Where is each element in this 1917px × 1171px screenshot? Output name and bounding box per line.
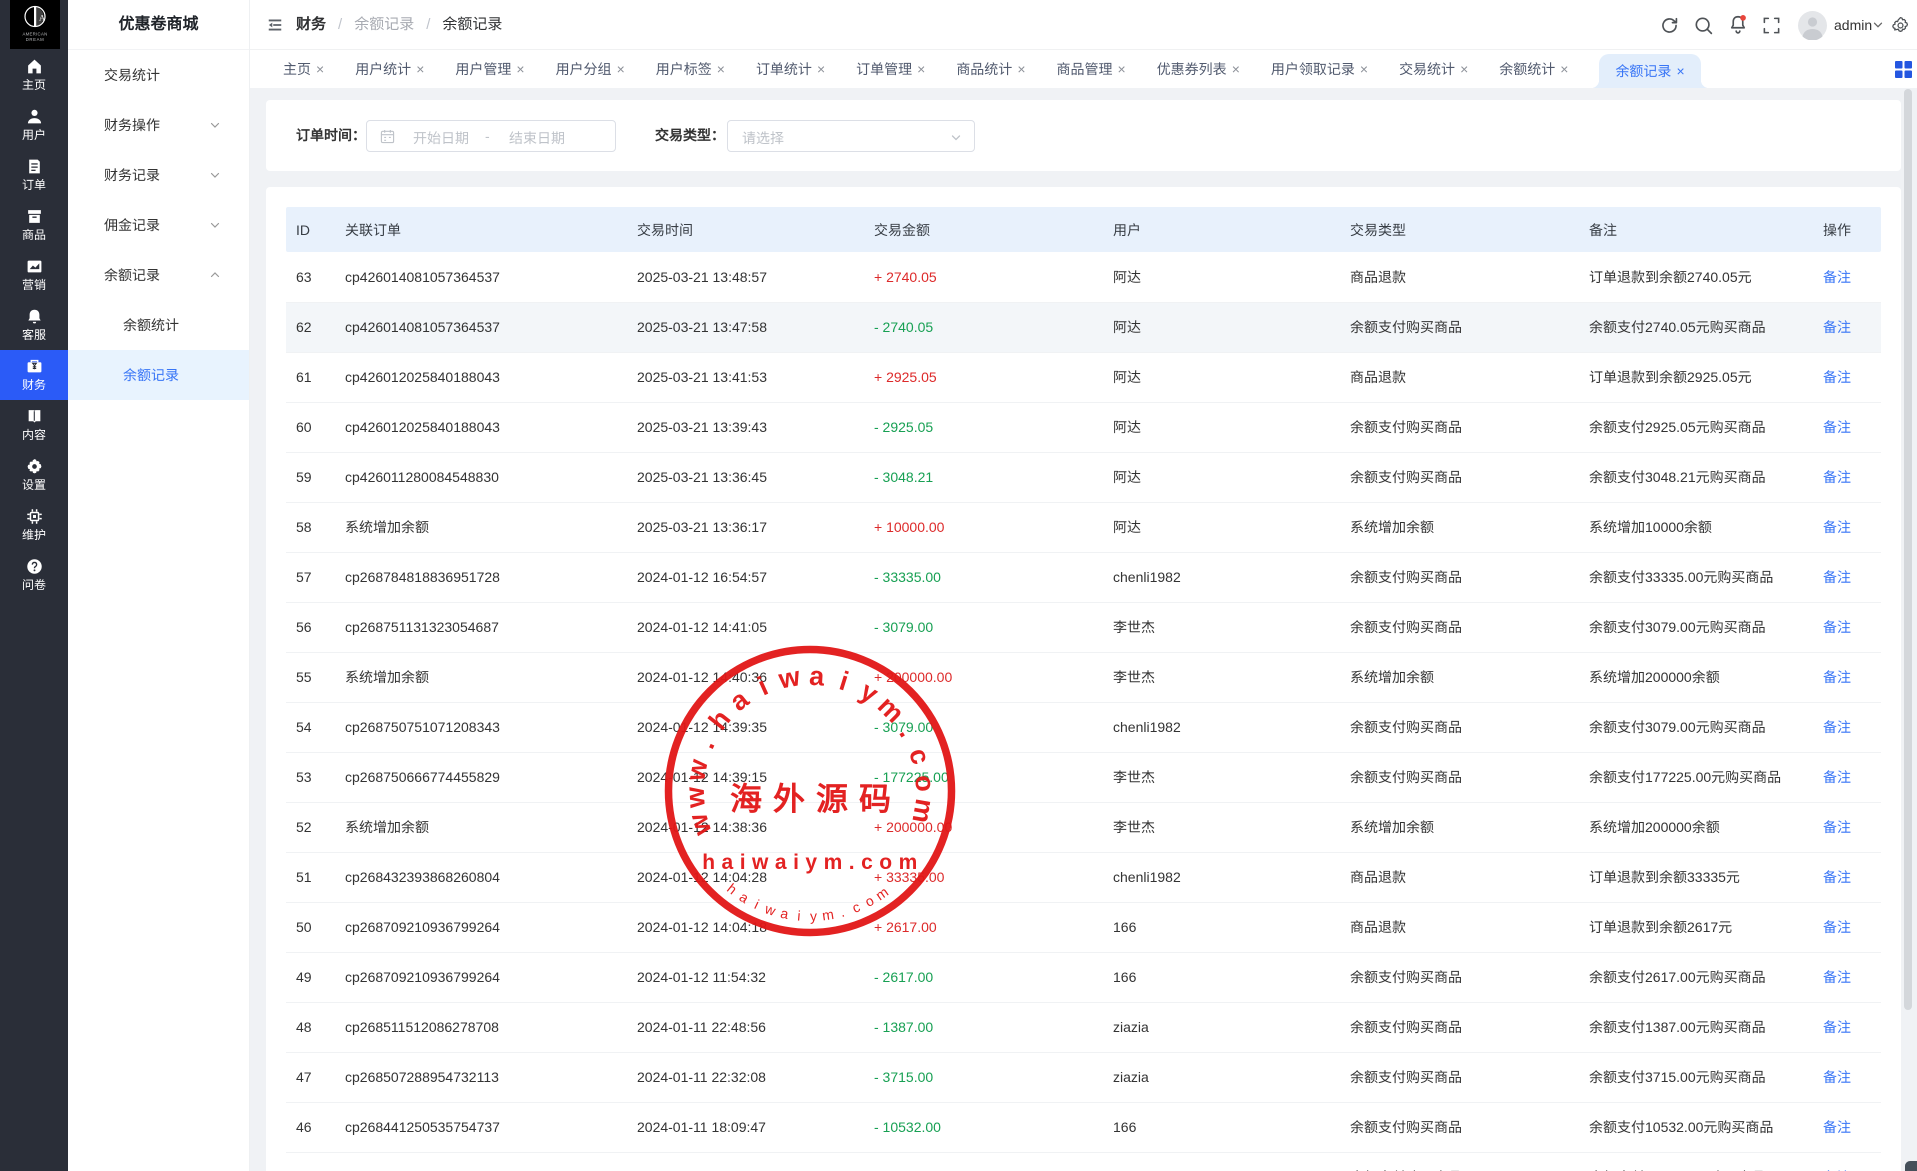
svg-text:c: c xyxy=(850,898,862,915)
svg-text:m: m xyxy=(906,797,940,826)
svg-text:o: o xyxy=(909,774,940,792)
svg-text:a: a xyxy=(779,905,790,922)
svg-text:i: i xyxy=(836,666,852,697)
svg-text:m: m xyxy=(872,884,891,904)
svg-text:.: . xyxy=(838,904,846,920)
svg-text:DREAM: DREAM xyxy=(26,37,45,42)
svg-text:a: a xyxy=(724,683,755,716)
svg-text:c: c xyxy=(903,744,936,767)
svg-text:m: m xyxy=(821,906,835,924)
svg-text:w: w xyxy=(680,785,711,810)
svg-text:w: w xyxy=(682,809,717,840)
svg-text:h: h xyxy=(724,880,740,897)
svg-text:.: . xyxy=(893,720,923,742)
svg-text:h: h xyxy=(703,704,737,736)
svg-text:i: i xyxy=(753,671,772,701)
svg-text:w: w xyxy=(775,661,803,695)
svg-text:i: i xyxy=(797,907,802,923)
svg-text:w: w xyxy=(680,756,714,784)
svg-text:i: i xyxy=(752,896,762,912)
svg-text:.: . xyxy=(690,734,720,753)
svg-text:a: a xyxy=(737,888,752,906)
svg-text:w: w xyxy=(762,900,778,919)
svg-text:m: m xyxy=(872,690,910,728)
svg-text:haiwaiym.com: haiwaiym.com xyxy=(702,851,924,874)
svg-text:A: A xyxy=(39,13,46,23)
svg-text:AMERICAN: AMERICAN xyxy=(22,32,47,37)
svg-text:a: a xyxy=(808,661,826,692)
svg-text:海外源码: 海外源码 xyxy=(730,774,902,820)
svg-text:y: y xyxy=(810,908,817,924)
